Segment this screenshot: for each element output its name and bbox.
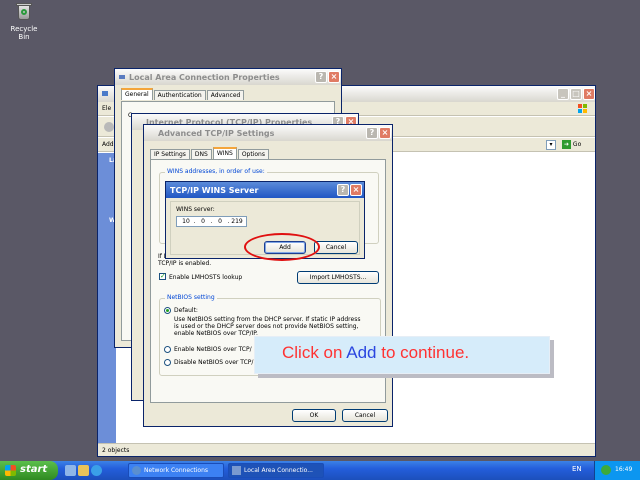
netbios-default-desc-1: Use NetBIOS setting from the DHCP server… [174,316,361,323]
disable-netbios-radio[interactable] [164,359,171,366]
callout-highlight: Add [346,343,377,362]
explorer-close-button[interactable]: × [583,88,595,100]
callout-text-1: Click on [282,343,347,362]
advanced-help-button[interactable]: ? [366,127,378,139]
netbios-label: NetBIOS setting [165,294,217,301]
lac-tabs: General Authentication Advanced [121,88,245,100]
lmhosts-note-line-2: TCP/IP is enabled. [158,260,212,267]
lac-title: Local Area Connection Properties [129,73,280,82]
wins-server-label: WINS server: [176,206,215,213]
enable-lmhosts-label: Enable LMHOSTS lookup [169,274,243,281]
advanced-tcpip-window: Advanced TCP/IP Settings ? × IP Settings… [143,124,393,427]
windows-flag-icon [5,465,16,476]
tab-options[interactable]: Options [237,149,269,159]
taskbar: start Network Connections Local Area Con… [0,461,640,480]
ip-octet-4[interactable]: 219 [231,218,243,225]
wins-addresses-label: WINS addresses, in order of use: [165,168,267,175]
advanced-titlebar: Advanced TCP/IP Settings [144,125,392,141]
netbios-default-radio[interactable] [164,307,171,314]
explorer-quicklaunch-icon[interactable] [78,465,89,476]
language-indicator[interactable]: EN [572,465,582,473]
address-dropdown-button[interactable]: ▾ [546,140,556,150]
windows-logo-icon [578,104,587,113]
netbios-default-label: Default: [174,307,198,314]
wins-dialog-titlebar: TCP/IP WINS Server [166,182,364,198]
recycle-bin-desktop-icon[interactable]: Recycle Bin [4,2,44,41]
status-text: 2 objects [102,447,130,454]
start-label: start [20,464,48,475]
ip-octet-3[interactable]: 0 [214,218,226,225]
advanced-tabs: IP Settings DNS WINS Options [150,147,270,159]
menu-fragment[interactable]: Ele [102,105,111,112]
explorer-minimize-button[interactable]: _ [557,88,569,100]
task-label-lac: Local Area Connectio... [244,467,313,474]
wins-server-ip-input[interactable]: 10 . 0 . 0 . 219 [176,216,247,227]
network-icon [102,91,108,96]
recycle-bin-icon [15,2,33,22]
go-button[interactable]: ➜ Go [562,140,590,150]
lac-titlebar: Local Area Connection Properties [115,69,341,85]
task-network-connections[interactable]: Network Connections [128,463,224,478]
network-connection-icon [119,75,125,79]
disable-netbios-label: Disable NetBIOS over TCP/ [174,359,254,366]
show-desktop-icon[interactable] [65,465,76,476]
address-label: Add [102,141,114,148]
advanced-title: Advanced TCP/IP Settings [158,129,275,138]
explorer-maximize-button[interactable]: □ [570,88,582,100]
task-label-network-connections: Network Connections [144,467,209,474]
advanced-cancel-button[interactable]: Cancel [342,409,388,422]
start-button[interactable]: start [0,461,58,480]
enable-netbios-label: Enable NetBIOS over TCP/ [174,346,252,353]
add-button-highlight-ring [244,233,320,261]
tab-dns[interactable]: DNS [190,149,212,159]
tab-wins[interactable]: WINS [212,147,237,159]
callout-text-2: to continue. [376,343,470,362]
network-tray-icon[interactable] [601,465,611,475]
ip-octet-2[interactable]: 0 [197,218,209,225]
advanced-ok-button[interactable]: OK [292,409,336,422]
ip-octet-1[interactable]: 10 [180,218,192,225]
go-arrow-icon: ➜ [562,140,571,149]
back-icon[interactable] [104,122,114,132]
tray-clock: 16:49 [615,466,633,473]
wins-close-button[interactable]: × [350,184,362,196]
wins-cancel-button[interactable]: Cancel [314,241,358,254]
go-label: Go [572,141,582,148]
lac-close-button[interactable]: × [328,71,340,83]
task-local-area-connection[interactable]: Local Area Connectio... [228,463,324,478]
netbios-default-desc-3: enable NetBIOS over TCP/IP. [174,330,258,337]
advanced-close-button[interactable]: × [379,127,391,139]
netbios-default-desc-2: is used or the DHCP server does not prov… [174,323,359,330]
lac-task-icon [232,466,241,475]
tab-authentication[interactable]: Authentication [153,90,206,100]
explorer-statusbar: 2 objects [98,443,595,456]
wins-dialog-title: TCP/IP WINS Server [170,186,259,195]
recycle-bin-label: Recycle Bin [10,25,38,41]
tab-advanced[interactable]: Advanced [206,90,245,100]
system-tray: 16:49 [594,461,640,480]
enable-lmhosts-checkbox[interactable]: ✓ [159,273,166,280]
tutorial-callout: Click on Add to continue. [254,336,550,374]
lac-help-button[interactable]: ? [315,71,327,83]
wins-help-button[interactable]: ? [337,184,349,196]
network-connections-task-icon [132,466,141,475]
tab-ip-settings[interactable]: IP Settings [150,149,190,159]
tab-general[interactable]: General [121,88,153,100]
enable-netbios-radio[interactable] [164,346,171,353]
import-lmhosts-button[interactable]: Import LMHOSTS... [297,271,379,284]
internet-explorer-icon[interactable] [91,465,102,476]
